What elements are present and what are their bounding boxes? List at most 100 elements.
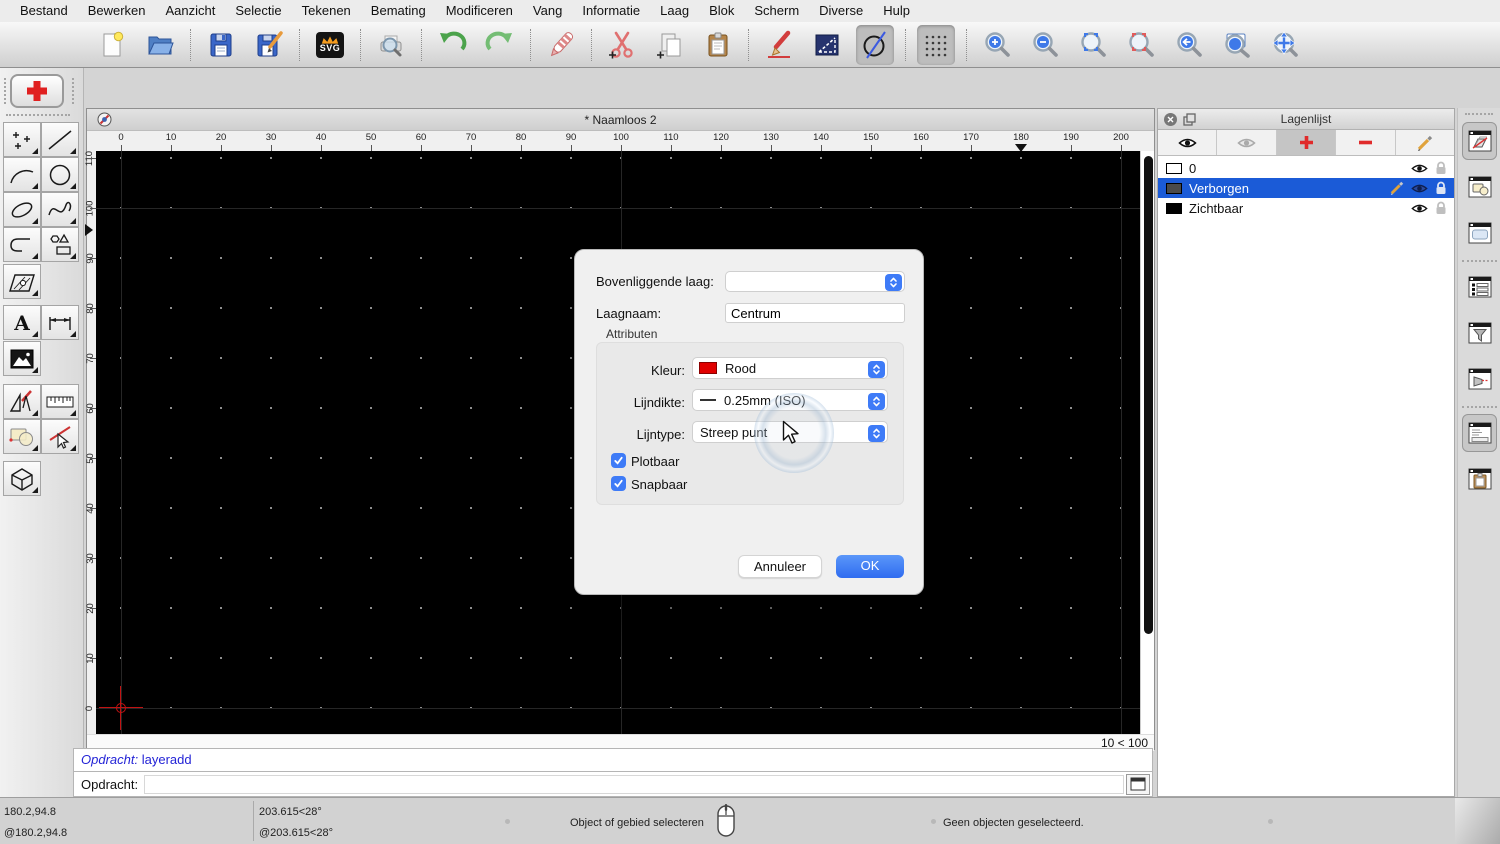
cancel-button[interactable]: Annuleer: [738, 555, 822, 578]
panel-property-editor-button[interactable]: [1462, 268, 1497, 306]
cut-button[interactable]: [603, 25, 641, 65]
save-as-button[interactable]: [250, 25, 288, 65]
tool-text-button[interactable]: A: [3, 305, 41, 340]
ok-button[interactable]: OK: [836, 555, 904, 578]
drag-handle[interactable]: [1465, 113, 1493, 115]
new-file-button[interactable]: [93, 25, 131, 65]
layer-edit-icon[interactable]: [1390, 181, 1404, 195]
save-button[interactable]: [202, 25, 240, 65]
tool-polyline-button[interactable]: [3, 227, 41, 262]
window-resize-grip[interactable]: [1455, 798, 1500, 844]
menu-item[interactable]: Laag: [650, 0, 699, 22]
svg-export-button[interactable]: SVG: [311, 25, 349, 65]
tool-arc-button[interactable]: [3, 157, 41, 192]
drag-handle[interactable]: [72, 78, 74, 104]
layer-visibility-toggle[interactable]: [1411, 163, 1428, 174]
tool-modify-button[interactable]: [3, 419, 41, 454]
layer-row-zichtbaar[interactable]: Zichtbaar: [1158, 198, 1454, 218]
panel-selection-filter-button[interactable]: [1462, 314, 1497, 352]
ellipse-tool-button[interactable]: [856, 24, 894, 65]
panel-block-list-button[interactable]: [1462, 168, 1497, 206]
menu-item[interactable]: Bemating: [361, 0, 436, 22]
command-input[interactable]: [144, 774, 1124, 794]
hide-all-layers-button[interactable]: [1217, 130, 1277, 155]
menu-item[interactable]: Aanzicht: [156, 0, 226, 22]
close-panel-button[interactable]: [1164, 112, 1177, 126]
open-file-button[interactable]: [141, 25, 179, 65]
tool-image-button[interactable]: [3, 341, 41, 376]
menu-item[interactable]: Diverse: [809, 0, 873, 22]
copy-button[interactable]: [651, 25, 689, 65]
tool-dimension-button[interactable]: [41, 305, 79, 340]
previous-view-button[interactable]: [1170, 25, 1208, 65]
zoom-out-button[interactable]: [1026, 25, 1064, 65]
zoom-in-button[interactable]: [978, 25, 1016, 65]
panel-layer-list-button[interactable]: [1462, 122, 1497, 160]
vertical-scrollbar[interactable]: [1140, 151, 1154, 734]
command-window-toggle-button[interactable]: [1126, 773, 1150, 795]
dropdown-stepper-icon: [868, 392, 885, 410]
grid-toggle-button[interactable]: [917, 24, 955, 65]
menu-item[interactable]: Scherm: [744, 0, 809, 22]
menu-item[interactable]: Selectie: [225, 0, 291, 22]
snappable-checkbox[interactable]: [611, 476, 626, 491]
current-action-add-layer-button[interactable]: [10, 74, 64, 108]
tool-point-button[interactable]: [3, 122, 41, 157]
panel-command-line-button[interactable]: [1462, 414, 1497, 452]
panel-clipboard-button[interactable]: [1462, 460, 1497, 498]
tool-solid-button[interactable]: [3, 461, 41, 496]
menu-item[interactable]: Hulp: [873, 0, 920, 22]
remove-layer-button[interactable]: [1336, 130, 1396, 155]
undo-button[interactable]: [433, 25, 471, 65]
menu-item[interactable]: Vang: [523, 0, 572, 22]
zoom-window-button[interactable]: [1218, 25, 1256, 65]
layer-visibility-toggle[interactable]: [1411, 203, 1428, 214]
tool-measure-button[interactable]: [41, 384, 79, 419]
tool-pick-button[interactable]: [41, 419, 79, 454]
auto-zoom-button[interactable]: [1074, 25, 1112, 65]
selection-rectangle-button[interactable]: [808, 25, 846, 65]
delete-button[interactable]: [542, 25, 580, 65]
tool-ellipse-button[interactable]: [3, 192, 41, 227]
plottable-checkbox[interactable]: [611, 453, 626, 468]
tool-spline-button[interactable]: [41, 192, 79, 227]
paste-button[interactable]: [699, 25, 737, 65]
parent-layer-dropdown[interactable]: [725, 271, 905, 292]
scrollbar-thumb[interactable]: [1143, 156, 1153, 634]
panel-library-browser-button[interactable]: [1462, 214, 1497, 252]
edit-layer-button[interactable]: [1396, 130, 1454, 155]
drawing-tab-bar[interactable]: * Naamloos 2: [87, 109, 1154, 131]
panel-view-options-button[interactable]: [1462, 360, 1497, 398]
tool-line-button[interactable]: [41, 122, 79, 157]
tool-shape-button[interactable]: [41, 227, 79, 262]
menu-item[interactable]: Informatie: [572, 0, 650, 22]
zoom-selection-button[interactable]: [1122, 25, 1160, 65]
menu-item[interactable]: Tekenen: [292, 0, 361, 22]
show-all-layers-button[interactable]: [1158, 130, 1218, 155]
pan-button[interactable]: [1266, 25, 1304, 65]
tool-circle-button[interactable]: [41, 157, 79, 192]
detach-panel-button[interactable]: [1183, 112, 1196, 126]
drag-handle[interactable]: [6, 114, 70, 116]
tool-hatch-button[interactable]: [3, 264, 41, 299]
layer-name-input[interactable]: [725, 303, 905, 323]
layer-row-verborgen[interactable]: Verborgen: [1158, 178, 1454, 198]
panel-header[interactable]: Lagenlijst: [1158, 109, 1454, 130]
layer-lock-toggle[interactable]: [1435, 161, 1447, 175]
add-layer-button[interactable]: [1276, 130, 1337, 155]
layer-visibility-toggle[interactable]: [1411, 183, 1428, 194]
tool-drafting-button[interactable]: [3, 384, 41, 419]
color-dropdown[interactable]: Rood: [692, 357, 888, 379]
draw-pencil-button[interactable]: [760, 25, 798, 65]
print-preview-button[interactable]: [372, 25, 410, 65]
layer-lock-toggle[interactable]: [1435, 181, 1447, 195]
menu-item[interactable]: Bewerken: [78, 0, 156, 22]
layer-row-0[interactable]: 0: [1158, 158, 1454, 178]
menu-item[interactable]: Modificeren: [436, 0, 523, 22]
menu-item[interactable]: Blok: [699, 0, 744, 22]
dropdown-stepper-icon: [868, 360, 885, 378]
menu-item[interactable]: Bestand: [10, 0, 78, 22]
redo-button[interactable]: [481, 25, 519, 65]
drag-handle[interactable]: [4, 78, 6, 104]
layer-lock-toggle[interactable]: [1435, 201, 1447, 215]
